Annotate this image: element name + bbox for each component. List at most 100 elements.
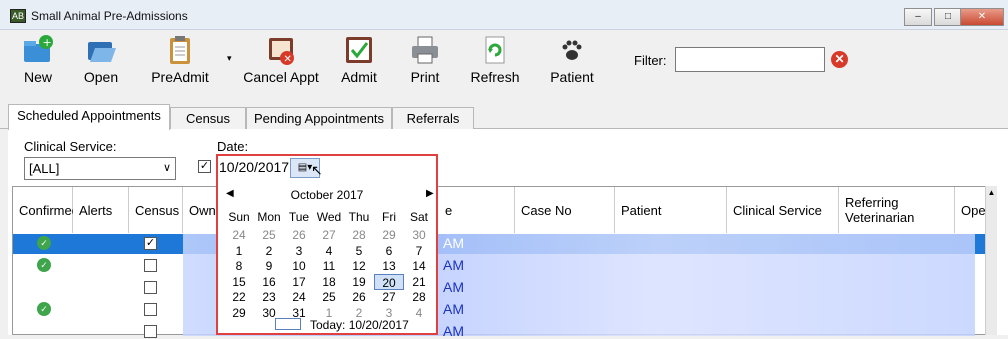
tab-census[interactable]: Census	[170, 107, 246, 129]
col-header-clinical-service[interactable]: Clinical Service	[727, 187, 839, 233]
calendar-month[interactable]: October 2017	[218, 188, 436, 206]
scroll-up-icon[interactable]: ▲	[986, 188, 997, 197]
confirmed-check-icon: ✓	[37, 302, 51, 316]
col-header-alerts[interactable]: Alerts	[73, 187, 129, 233]
calendar-day[interactable]: 28	[344, 227, 374, 243]
toolbar: + New Open PreAdmit ▾ ✕ Cancel Appt Admi…	[0, 30, 1008, 92]
print-button[interactable]: Print	[402, 30, 448, 92]
svg-text:+: +	[43, 36, 52, 49]
appt-time: AM	[443, 235, 464, 251]
filter-label: Filter:	[634, 53, 667, 68]
svg-text:✕: ✕	[284, 54, 292, 65]
calendar-day[interactable]: 26	[344, 289, 374, 305]
calendar-day[interactable]: 22	[224, 289, 254, 305]
clinical-service-select[interactable]: [ALL] ∨	[24, 157, 176, 180]
folder-open-icon	[85, 34, 117, 66]
next-month-icon[interactable]: ▶	[426, 188, 434, 199]
calendar-day[interactable]: 8	[224, 258, 254, 274]
calendar-day[interactable]: 3	[284, 243, 314, 259]
calendar-day[interactable]: 10	[284, 258, 314, 274]
refresh-label: Refresh	[470, 69, 520, 85]
calendar-day[interactable]: 2	[254, 243, 284, 259]
weekday-header: Wed	[316, 210, 342, 224]
census-checkbox[interactable]	[144, 281, 157, 294]
cancel-appt-label: Cancel Appt	[243, 69, 319, 85]
tab-referrals[interactable]: Referrals	[392, 107, 474, 129]
weekday-header: Mon	[257, 210, 281, 224]
open-button[interactable]: Open	[77, 30, 125, 92]
calendar-day[interactable]: 7	[404, 243, 434, 259]
printer-icon	[409, 34, 441, 66]
today-link[interactable]: Today: 10/20/2017	[310, 318, 409, 332]
col-header-referring-veterinarian[interactable]: Referring Veterinarian	[839, 187, 955, 233]
calendar-day[interactable]: 27	[374, 289, 404, 305]
tab-pending-appointments[interactable]: Pending Appointments	[246, 107, 392, 129]
col-header-census[interactable]: Census	[129, 187, 183, 233]
confirmed-check-icon: ✓	[37, 236, 51, 250]
calendar-day[interactable]: 26	[284, 227, 314, 243]
calendar-day[interactable]: 15	[224, 274, 254, 290]
window-title: Small Animal Pre-Admissions	[31, 9, 188, 23]
preadmit-dropdown-arrow[interactable]: ▾	[227, 53, 232, 64]
calendar-day[interactable]: 29	[224, 305, 254, 321]
calendar-day[interactable]: 11	[314, 258, 344, 274]
tab-scheduled-appointments[interactable]: Scheduled Appointments	[8, 104, 170, 130]
preadmit-button[interactable]: PreAdmit	[145, 30, 215, 92]
appt-time: AM	[443, 257, 464, 273]
calendar-day[interactable]: 13	[374, 258, 404, 274]
census-checkbox[interactable]	[144, 259, 157, 272]
col-header-case-no[interactable]: Case No	[515, 187, 615, 233]
calendar-day[interactable]: 27	[314, 227, 344, 243]
appt-time: AM	[443, 301, 464, 317]
calendar-day[interactable]: 25	[254, 227, 284, 243]
calendar-day[interactable]: 18	[314, 274, 344, 290]
calendar-day[interactable]: 5	[344, 243, 374, 259]
calendar-day[interactable]: 14	[404, 258, 434, 274]
calendar-day[interactable]: 28	[404, 289, 434, 305]
patient-button[interactable]: Patient	[546, 30, 598, 92]
calendar-day[interactable]: 29	[374, 227, 404, 243]
calendar-day[interactable]: 24	[284, 289, 314, 305]
cancel-book-icon: ✕	[265, 34, 297, 66]
col-header-time[interactable]: e	[439, 187, 515, 233]
census-checkbox[interactable]	[144, 325, 157, 338]
calendar-day[interactable]: 25	[314, 289, 344, 305]
admit-button[interactable]: Admit	[336, 30, 382, 92]
clear-filter-icon[interactable]: ✕	[831, 51, 848, 68]
appt-time: AM	[443, 279, 464, 295]
calendar-day[interactable]: 9	[254, 258, 284, 274]
calendar-day[interactable]: 20	[374, 273, 404, 290]
calendar-day[interactable]: 21	[404, 274, 434, 290]
col-header-confirmed[interactable]: Confirmed	[13, 187, 79, 233]
calendar-day[interactable]: 1	[224, 243, 254, 259]
vertical-scrollbar[interactable]: ▲	[985, 186, 997, 335]
calendar-day[interactable]: 17	[284, 274, 314, 290]
appt-time: AM	[443, 323, 464, 339]
calendar-day[interactable]: 6	[374, 243, 404, 259]
col-header-patient[interactable]: Patient	[615, 187, 727, 233]
calendar-day[interactable]: 23	[254, 289, 284, 305]
refresh-button[interactable]: Refresh	[469, 30, 521, 92]
calendar-popup: ◀ October 2017 ▶ Sun Mon Tue Wed Thu Fri Sat 24…	[216, 182, 438, 335]
title-bar: AB Small Animal Pre-Admissions – □ ✕	[0, 0, 1008, 30]
calendar-day[interactable]: 12	[344, 258, 374, 274]
calendar-day[interactable]: 19	[344, 274, 374, 290]
date-value[interactable]: 10/20/2017	[219, 159, 289, 175]
minimize-button[interactable]: –	[904, 8, 932, 26]
maximize-button[interactable]: □	[934, 8, 962, 26]
calendar-day[interactable]: 16	[254, 274, 284, 290]
date-enabled-checkbox[interactable]: ✓	[198, 160, 211, 173]
tab-strip: Scheduled Appointments Census Pending Ap…	[0, 104, 1008, 130]
census-checkbox[interactable]: ✓	[144, 237, 157, 250]
calendar-day[interactable]: 24	[224, 227, 254, 243]
chevron-down-icon: ∨	[162, 162, 171, 174]
filter-input[interactable]	[675, 47, 825, 72]
calendar-day[interactable]: 4	[314, 243, 344, 259]
cancel-appt-button[interactable]: ✕ Cancel Appt	[241, 30, 321, 92]
close-button[interactable]: ✕	[960, 8, 1004, 26]
calendar-day[interactable]: 30	[404, 227, 434, 243]
new-button[interactable]: + New	[14, 30, 62, 92]
census-checkbox[interactable]	[144, 303, 157, 316]
new-label: New	[23, 69, 52, 85]
col-header-owner[interactable]: Own	[183, 187, 217, 233]
